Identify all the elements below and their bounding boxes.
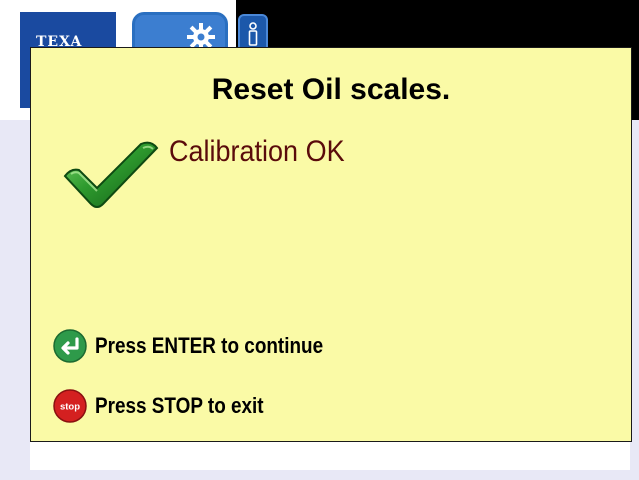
stop-icon-label: stop: [60, 402, 80, 413]
screen: TEXA Reset Oil scales. Calibration OK Pr…: [0, 0, 639, 480]
dialog-title: Reset Oil scales.: [211, 73, 451, 106]
stop-instruction: stop Press STOP to exit: [53, 386, 291, 426]
info-icon: [248, 22, 258, 46]
reset-oil-dialog: Reset Oil scales. Calibration OK Press E…: [30, 47, 632, 442]
checkmark-icon: [63, 141, 159, 208]
enter-instruction-text: Press ENTER to continue: [95, 333, 324, 358]
stop-icon[interactable]: stop: [53, 389, 87, 423]
enter-icon[interactable]: [53, 329, 87, 363]
status-message: Calibration OK: [169, 135, 345, 168]
enter-instruction: Press ENTER to continue: [53, 326, 360, 366]
app-footer: [30, 442, 630, 470]
stop-instruction-text: Press STOP to exit: [95, 393, 264, 418]
